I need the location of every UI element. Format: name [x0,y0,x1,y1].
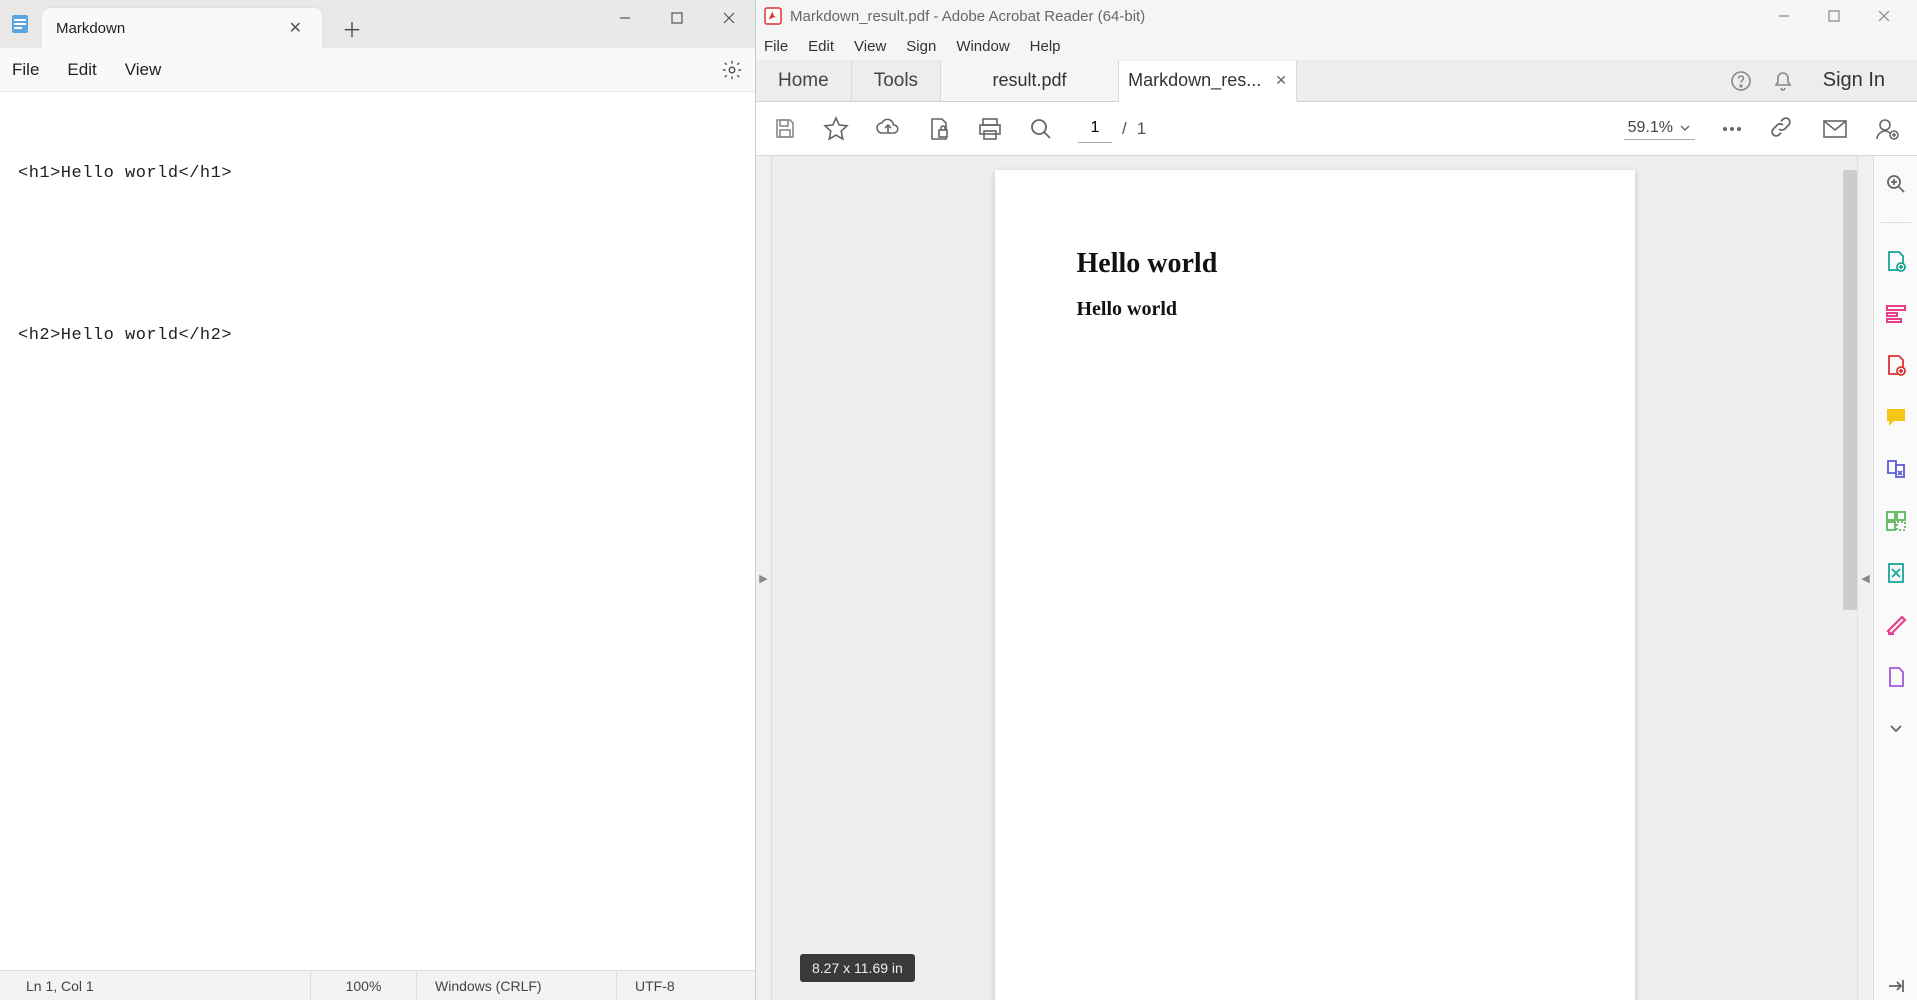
document-tab-title: Markdown [56,20,125,37]
status-position: Ln 1, Col 1 [0,971,310,1000]
page-lock-icon[interactable] [926,116,952,142]
settings-gear-icon[interactable] [721,59,743,81]
menu-help[interactable]: Help [1030,38,1061,55]
editor-line: <h1>Hello world</h1> [18,160,737,187]
create-pdf-icon[interactable] [1882,351,1910,379]
document-heading-2: Hello world [1077,298,1553,321]
notepad-app-icon [8,12,32,36]
save-icon[interactable] [772,116,798,142]
tab-tools[interactable]: Tools [852,60,941,101]
editor-line [18,242,737,268]
document-tab[interactable]: Markdown ✕ [42,8,322,48]
minimize-button[interactable] [599,0,651,36]
page-separator: / [1122,119,1127,139]
editor-textarea[interactable]: <h1>Hello world</h1> <h2>Hello world</h2… [0,92,755,970]
maximize-button[interactable] [1809,1,1859,31]
collapse-sidebar-icon[interactable] [1882,972,1910,1000]
organize-pages-icon[interactable] [1882,507,1910,535]
close-window-button[interactable] [703,0,755,36]
document-viewport[interactable]: Hello world Hello world 8.27 x 11.69 in [772,156,1857,1000]
document-heading-1: Hello world [1077,248,1553,280]
close-tab-icon[interactable]: ✕ [283,16,308,40]
star-icon[interactable] [822,115,850,143]
zoom-tool-icon[interactable] [1882,170,1910,198]
tab-document[interactable]: result.pdf [941,60,1119,101]
menu-sign[interactable]: Sign [906,38,936,55]
page-dimensions-tooltip: 8.27 x 11.69 in [800,954,915,982]
expand-left-panel-icon[interactable]: ▶ [756,156,772,1000]
tab-home[interactable]: Home [756,60,852,101]
status-zoom[interactable]: 100% [310,971,416,1000]
maximize-button[interactable] [651,0,703,36]
combine-files-icon[interactable] [1882,455,1910,483]
menu-window[interactable]: Window [956,38,1009,55]
cloud-upload-icon[interactable] [874,115,902,143]
search-icon[interactable] [1028,116,1054,142]
email-icon[interactable] [1821,115,1849,143]
new-tab-button[interactable]: ＋ [334,10,370,46]
sign-in-button[interactable]: Sign In [1813,69,1895,92]
export-pdf-icon[interactable] [1882,247,1910,275]
print-icon[interactable] [976,115,1004,143]
link-share-icon[interactable] [1769,115,1797,143]
help-icon[interactable] [1729,69,1753,93]
more-icon[interactable] [1719,116,1745,142]
edit-pdf-icon[interactable] [1882,299,1910,327]
close-tab-icon[interactable]: ✕ [1275,72,1287,89]
menu-view[interactable]: View [854,38,886,55]
close-window-button[interactable] [1859,1,1909,31]
menu-edit[interactable]: Edit [67,60,96,80]
pdf-page: Hello world Hello world [995,170,1635,1000]
page-current-input[interactable] [1078,115,1112,143]
protect-pdf-icon[interactable] [1882,663,1910,691]
zoom-level-dropdown[interactable]: 59.1% [1624,117,1695,140]
redact-icon[interactable] [1882,611,1910,639]
status-line-ending[interactable]: Windows (CRLF) [416,971,616,1000]
expand-tools-icon[interactable] [1882,715,1910,743]
comment-icon[interactable] [1882,403,1910,431]
menu-file[interactable]: File [764,38,788,55]
bell-icon[interactable] [1771,69,1795,93]
scrollbar-thumb[interactable] [1843,170,1857,610]
status-encoding[interactable]: UTF-8 [616,971,755,1000]
menu-view[interactable]: View [125,60,162,80]
profile-add-icon[interactable] [1873,115,1901,143]
compress-pdf-icon[interactable] [1882,559,1910,587]
menu-file[interactable]: File [12,60,39,80]
page-total: 1 [1137,119,1146,139]
acrobat-app-icon [764,7,782,25]
menu-edit[interactable]: Edit [808,38,834,55]
expand-right-panel-icon[interactable]: ◀ [1857,156,1873,1000]
minimize-button[interactable] [1759,1,1809,31]
window-title: Markdown_result.pdf - Adobe Acrobat Read… [790,8,1145,25]
editor-line: <h2>Hello world</h2> [18,322,737,349]
tab-document-active[interactable]: Markdown_res... ✕ [1119,61,1297,102]
